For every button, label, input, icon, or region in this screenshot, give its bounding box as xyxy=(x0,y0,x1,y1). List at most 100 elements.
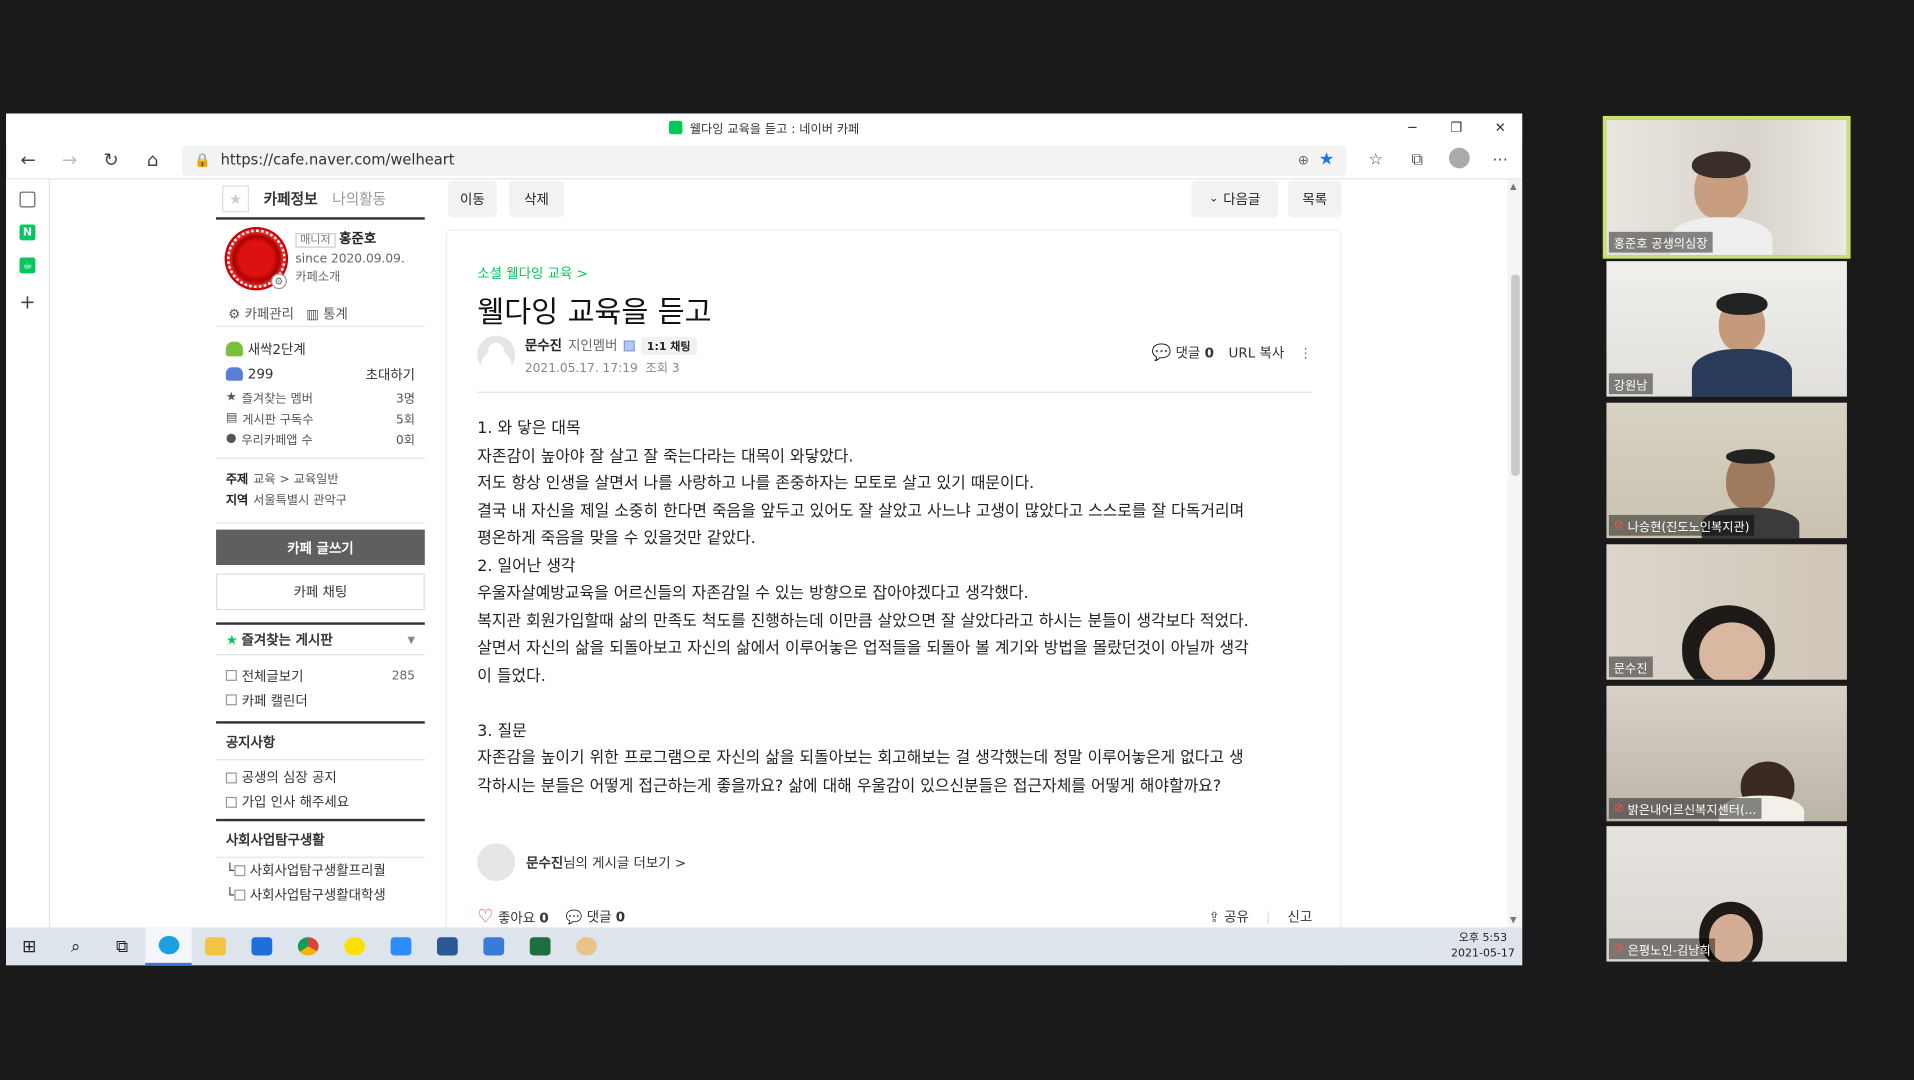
title-bar: 웰다잉 교육을 듣고 : 네이버 카페 ─ ❐ ✕ xyxy=(6,113,1523,142)
cafe-level[interactable]: 새싹2단계 xyxy=(248,339,306,359)
menu-notice-item[interactable]: 가입 인사 해주세요 xyxy=(225,790,415,814)
tab-cafe-info[interactable]: 카페정보 xyxy=(264,188,318,209)
kakaotalk-icon[interactable] xyxy=(331,927,377,965)
refresh-icon[interactable]: ↻ xyxy=(99,149,123,171)
home-icon[interactable]: ⌂ xyxy=(140,149,164,171)
cafe-write-button[interactable]: 카페 글쓰기 xyxy=(216,529,425,565)
zoom-app-icon[interactable] xyxy=(377,927,423,965)
video-tile[interactable]: 강원남 xyxy=(1606,261,1847,397)
edge-app-icon[interactable] xyxy=(145,927,192,966)
mail-icon[interactable] xyxy=(238,927,284,965)
forward-icon[interactable]: → xyxy=(57,149,81,171)
cafe-sidebar: ★ 카페정보 나의활동 ⚙ 매니저 홍준호 since 2020.09.09. 카… xyxy=(216,179,425,906)
social-list: └ 사회사업탐구생활프리퀄 └ 사회사업탐구생활대학생 xyxy=(216,858,425,907)
menu-social-item[interactable]: └ 사회사업탐구생활프리퀄 xyxy=(216,858,425,882)
search-icon[interactable]: ⌕ xyxy=(52,927,98,965)
scroll-thumb[interactable] xyxy=(1511,274,1520,476)
view-count: 조회 3 xyxy=(645,362,680,376)
add-sidebar-icon[interactable]: + xyxy=(19,290,35,313)
video-tile[interactable]: ⊘ 밝은내어르신복지센터(... xyxy=(1606,685,1847,822)
topic-value[interactable]: 교육 > 교육일반 xyxy=(253,473,338,486)
like-button[interactable]: ♡ 좋아요 0 xyxy=(477,905,548,927)
profile-icon[interactable] xyxy=(1447,147,1471,173)
excel-icon[interactable] xyxy=(516,927,562,965)
list-button[interactable]: 목록 xyxy=(1287,180,1342,218)
participant-name: ⊘ 나승현(진도노인복지관) xyxy=(1608,514,1755,536)
video-tile[interactable]: ⊘ 은평노인-김남희 xyxy=(1606,826,1847,962)
collections-icon[interactable]: ⧉ xyxy=(1405,151,1429,169)
video-tile-active[interactable]: 홍준호 공생의심장 xyxy=(1602,115,1851,259)
window-app-icon[interactable] xyxy=(424,927,470,965)
hwp-app-icon[interactable] xyxy=(470,927,516,965)
body-line: 1. 와 닿은 대목 xyxy=(477,419,581,439)
video-tile[interactable]: 문수진 xyxy=(1606,544,1847,680)
favorites-icon[interactable]: ☆ xyxy=(1364,151,1388,169)
task-view-icon[interactable]: ⧉ xyxy=(99,927,145,965)
grade-badge-icon xyxy=(623,339,635,351)
favorite-star-icon[interactable]: ★ xyxy=(1319,150,1334,170)
favorite-boards-header[interactable]: ★ 즐겨찾는 게시판 ▼ xyxy=(216,622,425,656)
cafe-stats-link[interactable]: ▥ 통계 xyxy=(306,303,348,323)
naver-n-icon[interactable]: N xyxy=(19,224,36,241)
body-line: 평온하게 죽음을 맞을 수 있을것만 같았다. xyxy=(477,529,756,548)
video-tile[interactable]: ⊘ 나승현(진도노인복지관) xyxy=(1606,402,1847,539)
comment-button[interactable]: 💬 댓글 0 xyxy=(566,907,625,927)
share-button[interactable]: ⇪ 공유 xyxy=(1209,907,1249,927)
cafe-app-icon[interactable]: ☕ xyxy=(19,257,36,274)
delete-button[interactable]: 삭제 xyxy=(509,180,564,218)
chrome-icon[interactable] xyxy=(284,927,330,965)
page-scrollbar[interactable]: ▲ ▼ xyxy=(1507,179,1523,928)
menu-calendar[interactable]: 카페 캘린더 xyxy=(225,688,415,712)
social-section-title[interactable]: 사회사업탐구생활 xyxy=(216,821,425,858)
zoom-icon[interactable]: ⊕ xyxy=(1298,152,1309,168)
participant-name: 문수진 xyxy=(1608,656,1653,678)
member-count[interactable]: 299 xyxy=(248,366,274,382)
one-to-one-chat-button[interactable]: 1:1 채팅 xyxy=(640,336,697,355)
url-copy-button[interactable]: URL 복사 xyxy=(1229,343,1285,363)
file-explorer-icon[interactable] xyxy=(192,927,238,965)
minimize-icon[interactable]: ─ xyxy=(1390,113,1434,141)
gear-icon[interactable]: ⚙ xyxy=(270,273,287,290)
more-posts-link[interactable]: 문수진님의 게시글 더보기 > xyxy=(477,843,686,882)
notice-section-title[interactable]: 공지사항 xyxy=(216,724,425,761)
cafe-star-icon[interactable]: ★ xyxy=(222,184,250,212)
app-character-icon[interactable] xyxy=(563,927,609,965)
menu-notice-item[interactable]: 공생의 심장 공지 xyxy=(225,765,415,789)
cafe-chat-button[interactable]: 카페 채팅 xyxy=(216,573,425,611)
menu-social-item[interactable]: └ 사회사업탐구생활대학생 xyxy=(216,882,425,906)
cafe-stats: 새싹2단계 299 초대하기 ★ 즐겨찾는 멤버 3명 ▤ 게시판 구독수 5회 ● 우리카… xyxy=(216,327,425,459)
cafe-logo[interactable]: ⚙ xyxy=(227,229,287,290)
participant-hair xyxy=(1726,449,1775,464)
participant-name: 홍준호 공생의심장 xyxy=(1608,231,1713,253)
article-card: 소셜 웰다잉 교육 > 웰다잉 교육을 듣고 문수진 지인멤버 1:1 채팅 2… xyxy=(445,229,1342,966)
browser-window: 웰다잉 교육을 듣고 : 네이버 카페 ─ ❐ ✕ ← → ↻ ⌂ 🔒 http… xyxy=(6,113,1523,966)
menu-all-posts[interactable]: 전체글보기 285 xyxy=(225,664,415,688)
system-clock[interactable]: 오후 5:53 2021-05-17 xyxy=(1451,931,1515,963)
windows-start-icon[interactable]: ⊞ xyxy=(6,927,52,965)
more-menu-icon[interactable]: ⋯ xyxy=(1488,151,1512,169)
author-name[interactable]: 문수진 xyxy=(525,336,562,356)
report-button[interactable]: 신고 xyxy=(1288,907,1313,927)
scroll-up-icon[interactable]: ▲ xyxy=(1510,182,1517,192)
back-icon[interactable]: ← xyxy=(16,149,40,171)
region-value[interactable]: 서울특별시 관악구 xyxy=(253,494,347,507)
invite-link[interactable]: 초대하기 xyxy=(366,364,415,384)
board-breadcrumb[interactable]: 소셜 웰다잉 교육 > xyxy=(477,264,588,284)
cafe-intro-link[interactable]: 카페소개 xyxy=(295,268,404,286)
cafe-manage-link[interactable]: ⚙ 카페관리 xyxy=(228,303,294,323)
manager-name[interactable]: 홍준호 xyxy=(339,231,376,247)
manager-badge: 매니저 xyxy=(295,233,336,248)
next-post-button[interactable]: ⌄ 다음글 xyxy=(1191,180,1279,218)
cafe-topic: 주제 교육 > 교육일반 지역 서울특별시 관악구 xyxy=(216,459,425,524)
kebab-menu-icon[interactable]: ⋮ xyxy=(1299,345,1312,361)
close-icon[interactable]: ✕ xyxy=(1478,113,1522,141)
calendar-icon xyxy=(225,694,237,706)
tab-my-activity[interactable]: 나의활동 xyxy=(332,188,386,209)
tab-actions-icon[interactable] xyxy=(19,191,36,208)
url-field[interactable]: 🔒 https://cafe.naver.com/welheart ⊕ ★ xyxy=(181,144,1347,176)
restore-icon[interactable]: ❐ xyxy=(1434,113,1478,141)
scroll-down-icon[interactable]: ▼ xyxy=(1510,915,1517,925)
author-avatar[interactable] xyxy=(477,335,516,374)
comment-link[interactable]: 💬 댓글 0 xyxy=(1152,343,1214,362)
move-button[interactable]: 이동 xyxy=(447,180,497,218)
